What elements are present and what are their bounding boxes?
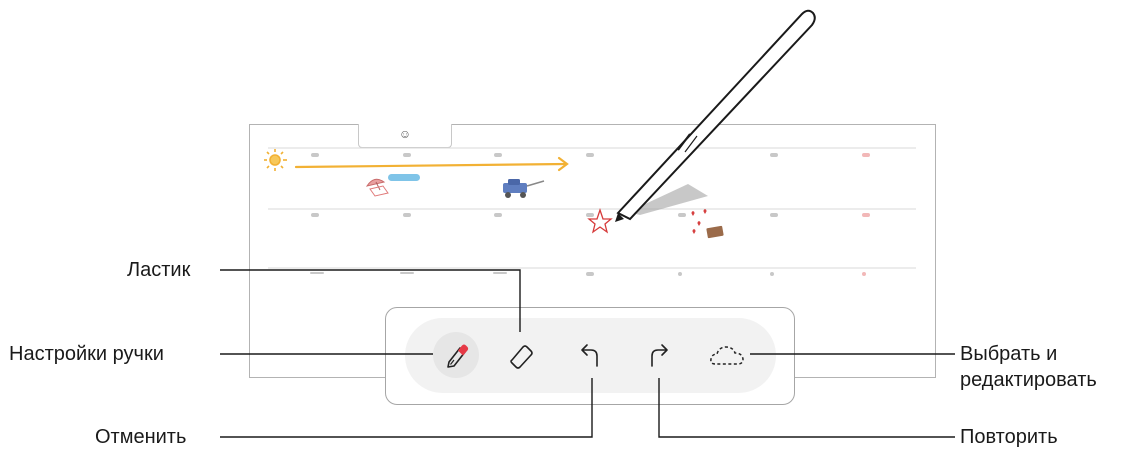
pen-settings-callout: Настройки ручки (9, 343, 164, 365)
select-edit-callout-line2: редактировать (960, 369, 1097, 391)
eraser-callout: Ластик (127, 259, 191, 281)
redo-callout: Повторить (960, 426, 1058, 448)
undo-callout: Отменить (95, 426, 187, 448)
select-edit-callout-line1: Выбрать и (960, 343, 1058, 365)
